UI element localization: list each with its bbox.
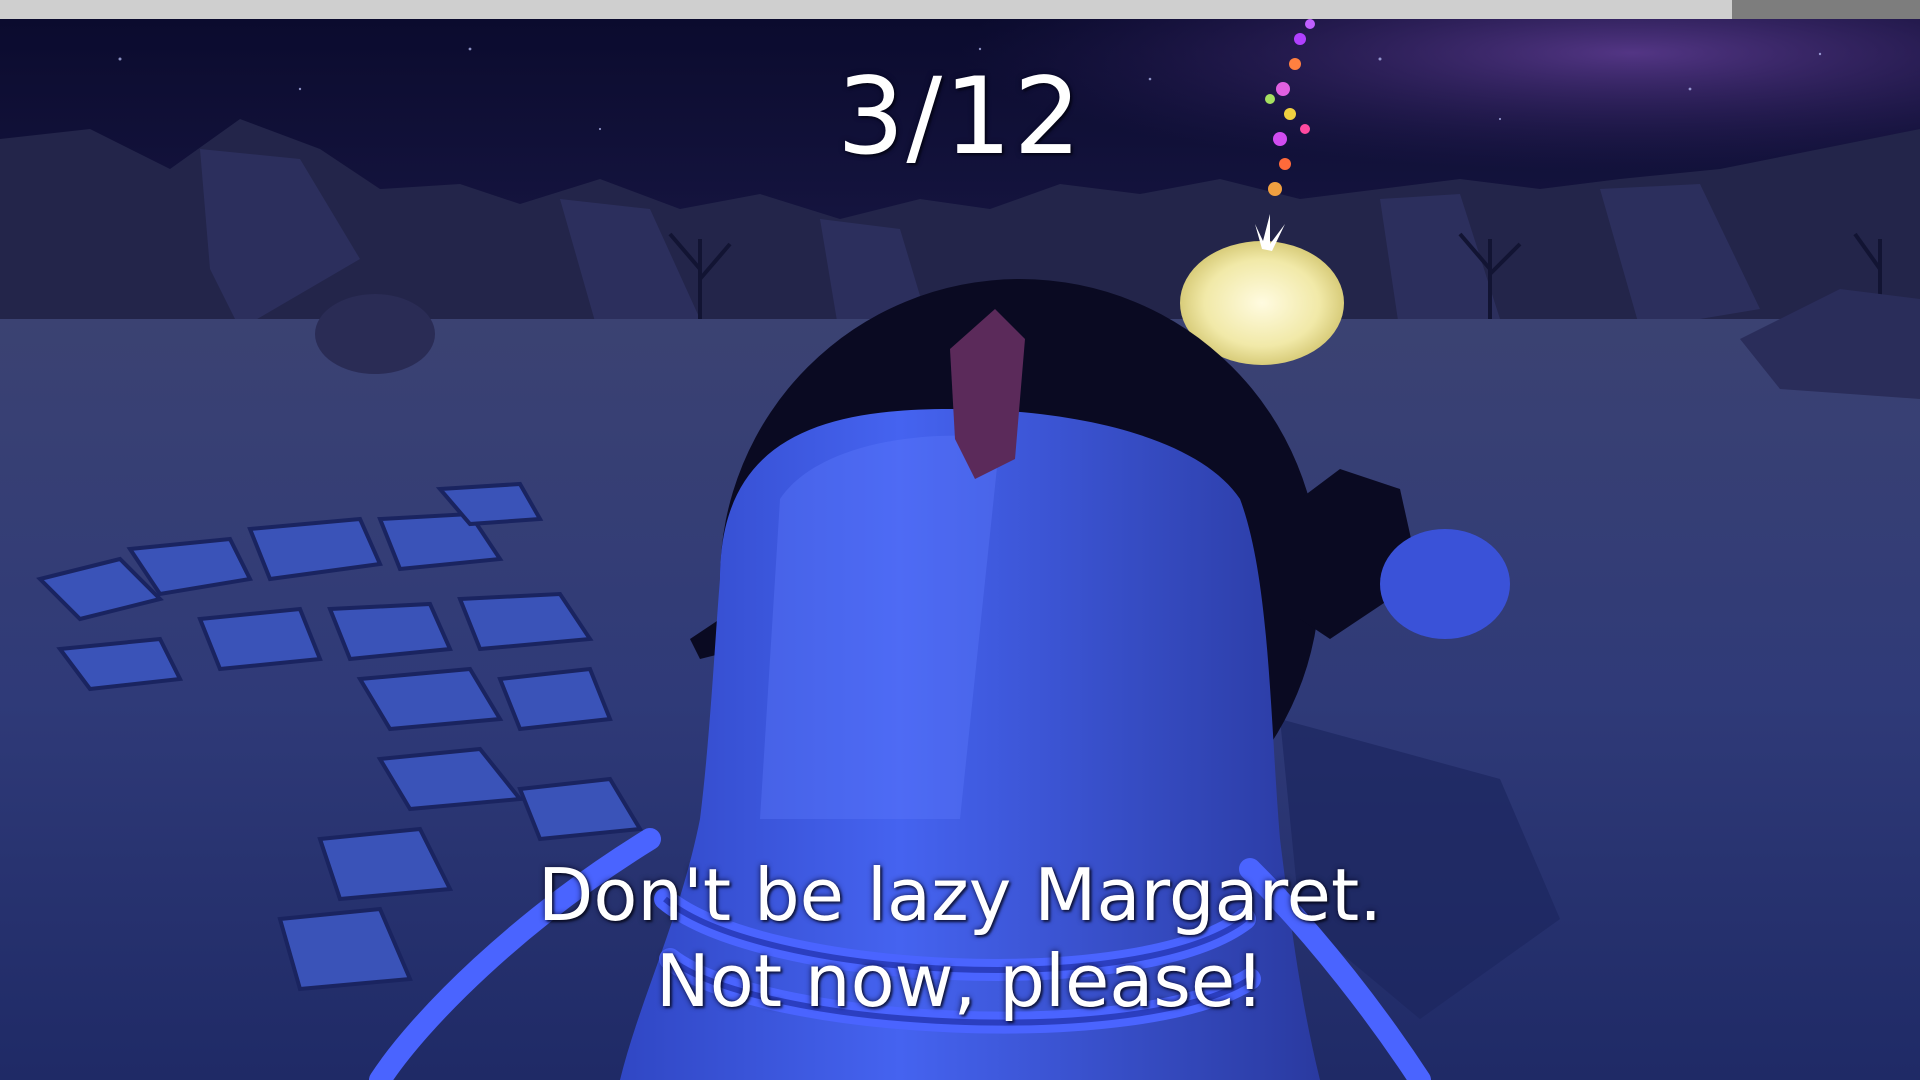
top-title-strip <box>0 0 1920 19</box>
top-strip-handle <box>1732 0 1920 19</box>
game-viewport[interactable]: 3/12 Don't be lazy Margaret. Not now, pl… <box>0 0 1920 1080</box>
progress-counter: 3/12 <box>836 55 1084 178</box>
rock-boulder <box>315 294 435 374</box>
subtitle-line-2: Not now, please! <box>655 939 1265 1023</box>
subtitle-line-1: Don't be lazy Margaret. <box>537 853 1383 937</box>
dialogue-subtitle: Don't be lazy Margaret. Not now, please! <box>360 852 1560 1024</box>
